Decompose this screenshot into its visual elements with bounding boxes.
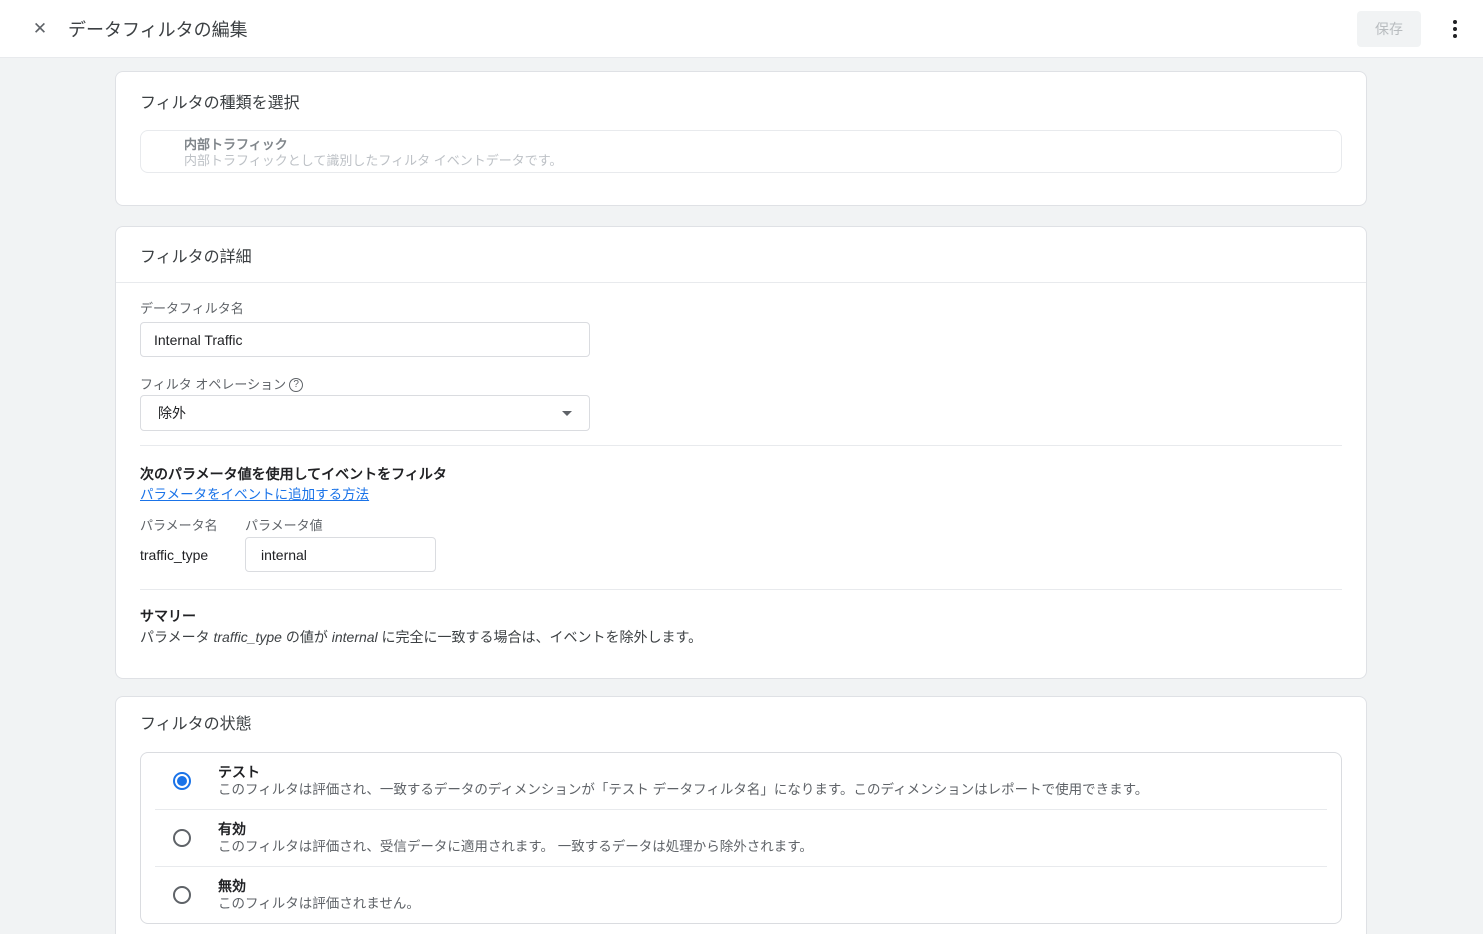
filter-details-body: データフィルタ名 フィルタ オペレーション 除外 次のパラメータ値を使用してイベ… [116, 283, 1366, 678]
top-bar: ✕ データフィルタの編集 保存 [0, 0, 1483, 58]
summary-part: に完全に一致する場合は、イベントを除外します。 [378, 629, 703, 645]
kebab-menu-icon[interactable] [1443, 17, 1467, 41]
radio-option-description: このフィルタは評価されません。 [218, 896, 420, 912]
filter-operation-label: フィルタ オペレーション [140, 378, 286, 392]
page-title: データフィルタの編集 [68, 16, 1357, 42]
filter-details-card: フィルタの詳細 データフィルタ名 フィルタ オペレーション 除外 次のパラメータ… [115, 226, 1367, 679]
filter-details-header: フィルタの詳細 [116, 227, 1366, 282]
filter-state-options: テスト このフィルタは評価され、一致するデータのディメンションが「テスト データ… [140, 752, 1342, 924]
filter-state-heading: フィルタの状態 [140, 716, 1342, 733]
summary-part: パラメータ [140, 629, 213, 645]
summary-parameter-value: internal [332, 629, 378, 645]
radio-option-label: 無効 [218, 878, 420, 894]
radio-option-description: このフィルタは評価され、受信データに適用されます。 一致するデータは処理から除外… [218, 839, 813, 855]
parameter-row: traffic_type [140, 537, 1342, 572]
radio-option-texts: テスト このフィルタは評価され、一致するデータのディメンションが「テスト データ… [218, 764, 1148, 798]
radio-option-texts: 無効 このフィルタは評価されません。 [218, 878, 420, 912]
filter-type-description: 内部トラフィックとして識別したフィルタ イベントデータです。 [184, 153, 1325, 169]
radio-option-test[interactable]: テスト このフィルタは評価され、一致するデータのディメンションが「テスト データ… [141, 753, 1341, 809]
divider [140, 589, 1342, 590]
radio-option-description: このフィルタは評価され、一致するデータのディメンションが「テスト データフィルタ… [218, 782, 1148, 798]
radio-option-label: 有効 [218, 821, 813, 837]
filter-state-card: フィルタの状態 テスト このフィルタは評価され、一致するデータのディメンションが… [115, 696, 1367, 934]
parameter-value-input[interactable] [245, 537, 436, 572]
filter-name-input[interactable] [140, 322, 590, 357]
radio-option-active[interactable]: 有効 このフィルタは評価され、受信データに適用されます。 一致するデータは処理か… [141, 810, 1341, 866]
radio-option-label: テスト [218, 764, 1148, 780]
summary-text: パラメータ traffic_type の値が internal に完全に一致する… [140, 629, 1342, 645]
filter-type-card: フィルタの種類を選択 内部トラフィック 内部トラフィックとして識別したフィルタ … [115, 71, 1367, 206]
main-content: フィルタの種類を選択 内部トラフィック 内部トラフィックとして識別したフィルタ … [0, 58, 1483, 934]
parameter-section-title: 次のパラメータ値を使用してイベントをフィルタ [140, 467, 1342, 482]
parameter-value-header: パラメータ値 [245, 515, 323, 534]
radio-option-inactive[interactable]: 無効 このフィルタは評価されません。 [141, 867, 1341, 923]
divider [140, 445, 1342, 446]
radio-option-texts: 有効 このフィルタは評価され、受信データに適用されます。 一致するデータは処理か… [218, 821, 813, 855]
parameter-name: traffic_type [140, 547, 245, 563]
summary-parameter-name: traffic_type [213, 629, 281, 645]
filter-operation-value: 除外 [158, 403, 186, 423]
summary-heading: サマリー [140, 609, 1342, 624]
chevron-down-icon [562, 411, 572, 416]
filter-type-heading: フィルタの種類を選択 [140, 95, 1342, 112]
add-parameter-help-link[interactable]: パラメータをイベントに追加する方法 [140, 487, 369, 502]
filter-type-selected[interactable]: 内部トラフィック 内部トラフィックとして識別したフィルタ イベントデータです。 [140, 130, 1342, 173]
parameter-name-header: パラメータ名 [140, 515, 245, 534]
save-button[interactable]: 保存 [1357, 11, 1421, 47]
filter-name-label: データフィルタ名 [140, 302, 244, 316]
close-icon[interactable]: ✕ [28, 17, 52, 41]
radio-unselected-icon[interactable] [173, 886, 191, 904]
help-icon[interactable] [289, 378, 303, 392]
filter-details-heading: フィルタの詳細 [140, 249, 1342, 266]
filter-operation-select[interactable]: 除外 [140, 395, 590, 431]
summary-part: の値が [282, 629, 332, 645]
filter-type-title: 内部トラフィック [184, 136, 1325, 153]
radio-selected-icon[interactable] [173, 772, 191, 790]
radio-unselected-icon[interactable] [173, 829, 191, 847]
filter-operation-label-row: フィルタ オペレーション [140, 378, 1342, 392]
parameter-headers: パラメータ名 パラメータ値 [140, 515, 1342, 534]
